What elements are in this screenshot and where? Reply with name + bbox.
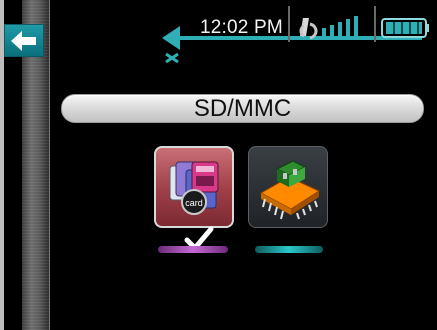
status-separator <box>288 6 290 42</box>
chip-icon <box>259 160 321 220</box>
back-arrow-icon <box>11 30 36 51</box>
selected-mode-indicator <box>158 246 228 253</box>
status-time: 12:02 PM <box>200 17 283 38</box>
mode-indicator <box>255 246 323 253</box>
battery-icon <box>381 18 429 38</box>
back-button[interactable] <box>4 24 44 57</box>
chip-mode-button[interactable] <box>248 146 328 228</box>
mode-title-banner: SD/MMC <box>61 94 424 123</box>
card-mode-button[interactable]: card <box>154 146 234 228</box>
memory-card-icon: card <box>169 161 219 215</box>
status-separator <box>374 6 376 42</box>
card-overlay-label: card <box>185 198 203 208</box>
signal-icon <box>299 16 358 40</box>
